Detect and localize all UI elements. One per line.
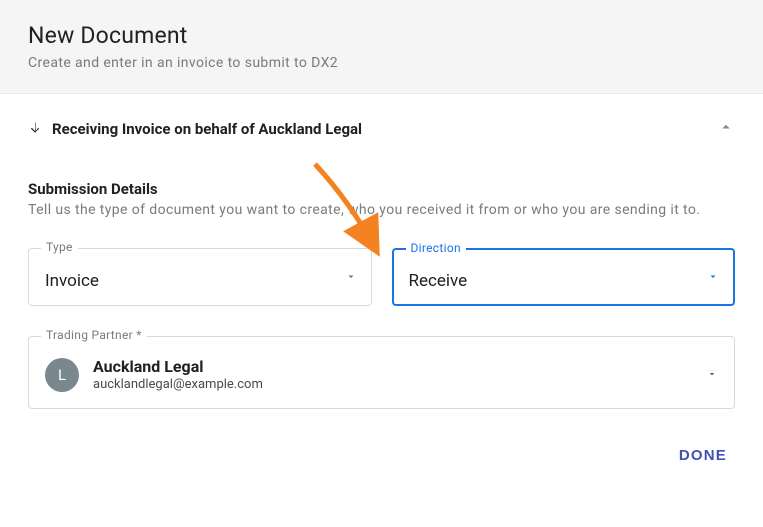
direction-value: Receive — [409, 271, 468, 291]
dialog-actions: DONE — [0, 409, 763, 482]
trading-partner-text: Auckland Legal aucklandlegal@example.com — [93, 357, 263, 392]
accordion-title: Receiving Invoice on behalf of Auckland … — [52, 120, 362, 138]
caret-down-icon — [345, 268, 357, 287]
down-arrow-icon — [28, 121, 42, 138]
trading-partner-name: Auckland Legal — [93, 357, 263, 376]
content-region: Receiving Invoice on behalf of Auckland … — [0, 94, 763, 409]
page-title: New Document — [28, 22, 735, 49]
avatar: L — [45, 358, 79, 392]
page-header: New Document Create and enter in an invo… — [0, 0, 763, 94]
direction-label: Direction — [406, 241, 466, 255]
accordion-header[interactable]: Receiving Invoice on behalf of Auckland … — [28, 118, 735, 140]
trading-partner-email: aucklandlegal@example.com — [93, 377, 263, 392]
trading-partner-content: L Auckland Legal aucklandlegal@example.c… — [45, 357, 718, 392]
caret-down-icon — [707, 268, 719, 287]
submission-title: Submission Details — [28, 180, 735, 198]
fields-row: Type Invoice Direction Receive — [28, 248, 735, 306]
page-subtitle: Create and enter in an invoice to submit… — [28, 55, 735, 71]
done-button[interactable]: DONE — [671, 439, 735, 472]
caret-down-icon — [706, 365, 718, 384]
type-value: Invoice — [45, 271, 99, 291]
submission-subtitle: Tell us the type of document you want to… — [28, 202, 735, 218]
direction-select[interactable]: Direction Receive — [392, 248, 736, 306]
chevron-up-icon — [717, 118, 735, 140]
trading-partner-label: Trading Partner * — [41, 328, 147, 342]
trading-partner-select[interactable]: Trading Partner * L Auckland Legal auckl… — [28, 336, 735, 409]
type-label: Type — [41, 240, 78, 254]
submission-details-section: Submission Details Tell us the type of d… — [28, 180, 735, 409]
type-select[interactable]: Type Invoice — [28, 248, 372, 306]
